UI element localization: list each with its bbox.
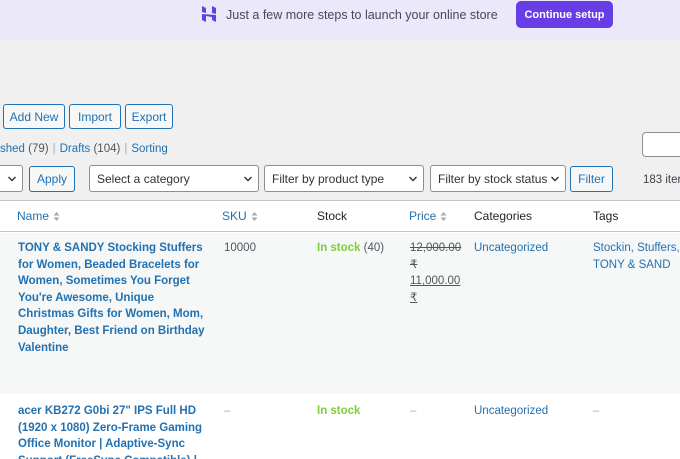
published-count: (79) [28,143,49,155]
chevron-down-icon [244,176,252,182]
product-type-select[interactable]: Filter by product type [264,165,424,192]
drafts-count: (104) [93,143,121,155]
column-sku-label: SKU [222,209,247,223]
stock-status: In stock [317,242,361,254]
regular-price: 12,000.00 [410,242,462,254]
continue-setup-button[interactable]: Continue setup [516,1,613,28]
setup-banner: Just a few more steps to launch your onl… [0,0,680,40]
filter-button[interactable]: Filter [570,166,613,192]
apply-button[interactable]: Apply [29,166,75,192]
drafts-label: Drafts [59,143,91,155]
product-price: 12,000.00 ₹ 11,000.00 ₹ [410,240,461,306]
product-price: – [410,405,417,417]
search-products-input[interactable] [642,132,680,157]
published-label: shed [0,143,25,155]
import-button[interactable]: Import [69,104,121,129]
regular-price-currency: ₹ [410,258,418,271]
stock-status: In stock [317,405,361,417]
bulk-actions-select[interactable] [0,165,23,192]
table-header: Name SKU Stock Price Categories Tags [0,201,680,232]
drafts-link[interactable]: Drafts (104) [60,143,121,155]
chevron-down-icon [409,176,417,182]
banner-message: Just a few more steps to launch your onl… [226,8,498,22]
tag-link[interactable]: TONY & SAND [593,257,680,274]
add-new-button[interactable]: Add New [3,104,65,129]
column-tags-header: Tags [593,209,619,223]
stock-status-select-label: Filter by stock status [438,171,548,186]
separator: | [124,143,128,155]
product-name-link[interactable]: TONY & SANDY Stocking Stuffers for Women… [18,240,208,356]
column-name-label: Name [17,209,50,223]
product-tags: Stockin, Stuffers, TONY & SAND [593,240,680,273]
table-row: acer KB272 G0bi 27" IPS Full HD (1920 x … [0,394,680,459]
category-select-label: Select a category [97,171,190,186]
product-stock: In stock [317,403,360,420]
sale-price: 11,000.00 [410,275,461,288]
sort-icon [440,212,447,222]
separator: | [52,143,56,155]
table-row: TONY & SANDY Stocking Stuffers for Women… [0,233,680,394]
product-sku: 10000 [224,242,256,254]
product-type-select-label: Filter by product type [272,171,385,186]
product-category-link[interactable]: Uncategorized [474,240,548,257]
status-links: shed (79) | Drafts (104) | Sorting [0,143,168,155]
stock-count: (40) [363,242,385,254]
column-stock-header: Stock [317,209,348,223]
sort-icon [251,212,258,222]
chevron-down-icon [8,176,16,182]
column-price-label: Price [409,209,437,223]
category-select[interactable]: Select a category [89,165,259,192]
products-table: Name SKU Stock Price Categories Tags TON… [0,200,680,459]
product-name-link[interactable]: acer KB272 G0bi 27" IPS Full HD (1920 x … [18,403,208,459]
items-count: 183 iter [643,174,680,186]
column-categories-header: Categories [474,209,533,223]
tag-link[interactable]: Stockin, Stuffers, [593,240,680,257]
sorting-link[interactable]: Sorting [131,143,167,155]
published-link[interactable]: shed (79) [0,143,49,155]
hostinger-logo-icon [202,6,216,22]
product-category-link[interactable]: Uncategorized [474,403,548,420]
export-button[interactable]: Export [125,104,173,129]
product-sku: – [224,405,231,417]
column-sku-header[interactable]: SKU [222,209,258,223]
sale-price-currency: ₹ [410,291,418,304]
product-stock: In stock (40) [317,240,384,257]
product-tags: – [593,405,600,417]
chevron-down-icon [551,176,559,182]
column-price-header[interactable]: Price [409,209,447,223]
column-name-header[interactable]: Name [17,209,60,223]
sort-icon [53,212,60,222]
stock-status-select[interactable]: Filter by stock status [430,165,566,192]
